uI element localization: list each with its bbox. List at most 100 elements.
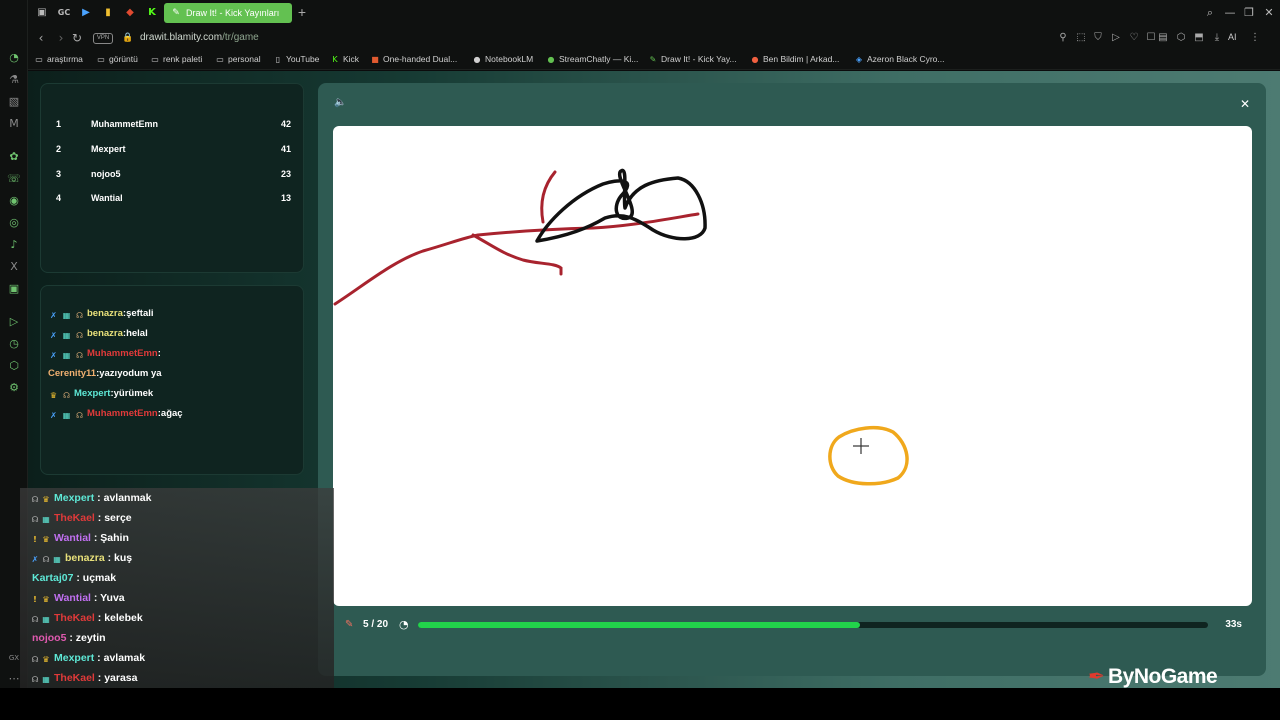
lock-icon[interactable]: 🔒 <box>122 31 134 45</box>
chat-icon: ● <box>547 55 555 64</box>
aria-icon[interactable]: ◔ <box>7 51 21 65</box>
ai-button[interactable]: AI <box>1228 32 1237 42</box>
reload-icon[interactable]: ↻ <box>69 30 85 46</box>
vpn-badge[interactable]: VPN <box>93 33 113 44</box>
extensions-icon[interactable]: ⬡ <box>1174 31 1188 45</box>
pinboard-icon[interactable]: ▧ <box>7 95 21 109</box>
bookmark-item[interactable]: ● NotebookLM <box>472 54 534 64</box>
bookmark-item[interactable]: ▭ araştırma <box>34 54 83 64</box>
game-icon[interactable]: ▣ <box>34 5 50 21</box>
time-progress-bar <box>418 622 1208 628</box>
forward-icon[interactable]: › <box>53 30 69 46</box>
history-icon[interactable]: ◷ <box>7 337 21 351</box>
time-remaining: 33s <box>1225 619 1242 630</box>
extensions-icon[interactable]: ⬡ <box>7 359 21 373</box>
instagram-icon[interactable]: ◎ <box>7 216 21 230</box>
chat-badge-icon: ☊ <box>31 515 39 524</box>
menu-icon[interactable]: ⋮ <box>1248 31 1262 45</box>
stream-chat-message: kuş <box>114 552 133 564</box>
diamond-icon[interactable]: ◆ <box>122 5 138 21</box>
play-icon[interactable]: ▶ <box>78 5 94 21</box>
stream-chat-username: nojoo5 <box>32 632 67 644</box>
shield-icon[interactable]: ⛉ <box>1091 31 1105 45</box>
whatsapp-icon[interactable]: ☏ <box>7 172 21 186</box>
gc-icon[interactable]: GC <box>56 5 72 21</box>
chat-message: yürümek <box>113 388 154 399</box>
bookmark-item[interactable]: K Kick <box>330 54 359 64</box>
easy-setup-icon[interactable]: ⬒ <box>1192 31 1206 45</box>
heart-icon[interactable]: ♡ <box>1127 31 1141 45</box>
bookmark-item[interactable]: ▯ YouTube <box>273 54 320 64</box>
stream-chat-message: yarasa <box>104 672 138 684</box>
stream-chat-message: Yuva <box>100 592 125 604</box>
tab-active[interactable]: ✎ Draw It! - Kick Yayınları <box>164 3 292 23</box>
new-tab-button[interactable]: + <box>294 4 310 20</box>
notes-icon[interactable]: M <box>7 117 21 131</box>
tiktok-icon[interactable]: ♪ <box>7 238 21 252</box>
chat-username[interactable]: Mexpert <box>74 388 110 399</box>
chat-badge-icon: ♛ <box>49 391 58 400</box>
drawing-canvas[interactable] <box>333 126 1252 606</box>
url-path: /tr/game <box>222 32 259 43</box>
download-icon[interactable]: ⤓ <box>1210 31 1224 45</box>
bookmark-item[interactable]: ✎ Draw It! - Kick Yay... <box>648 54 737 64</box>
bookmark-item[interactable]: ● StreamChatly — Ki... <box>546 54 639 64</box>
pin-icon[interactable]: ⚲ <box>1056 31 1070 45</box>
gx-icon[interactable]: GX <box>7 651 21 665</box>
red-stroke-top <box>540 170 557 224</box>
more-icon[interactable]: ⋯ <box>7 672 21 686</box>
url-host: drawit.blamity.com <box>140 32 223 43</box>
flow-icon[interactable]: ⚗ <box>7 73 21 87</box>
stream-chat-line: ! ♛ Wantial : Yuva <box>30 592 125 610</box>
stream-chat-message: kelebek <box>104 612 143 624</box>
chat-username[interactable]: benazra <box>87 328 123 339</box>
bars-icon[interactable]: ▮ <box>100 5 116 21</box>
sound-icon[interactable]: 🔈 <box>334 97 348 111</box>
leaderboard-row: 3 nojoo5 23 <box>56 169 291 179</box>
chat-badge-icon: ✗ <box>50 411 57 420</box>
stream-chat-username: Wantial <box>54 592 91 604</box>
chat-username[interactable]: MuhammetEmn <box>87 348 158 359</box>
game-chat-line: ♛ ☊ Mexpert:yürümek <box>49 388 154 400</box>
snapshot-icon[interactable]: ⬚ <box>1074 31 1088 45</box>
x-icon[interactable]: X <box>7 260 21 274</box>
gamepad-icon: ◈ <box>855 55 863 64</box>
kick-icon[interactable]: K <box>144 5 160 21</box>
discord-icon[interactable]: ◉ <box>7 194 21 208</box>
game-chat-line: ✗ ▦ ☊ MuhammetEmn:ağaç <box>48 408 182 424</box>
pencil-icon: ✎ <box>345 619 354 630</box>
search-icon[interactable]: ⌕ <box>1202 5 1218 21</box>
leaderboard-panel: 1 MuhammetEmn 42 2 Mexpert 41 3 nojoo5 2… <box>40 83 304 273</box>
stream-chat-line: Kartaj07 : uçmak <box>32 572 117 584</box>
back-icon[interactable]: ‹ <box>33 30 49 46</box>
bookmark-item[interactable]: ▭ görüntü <box>96 54 138 64</box>
restore-icon[interactable]: ❐ <box>1241 5 1257 21</box>
url-field[interactable]: drawit.blamity.com/tr/game <box>140 32 259 43</box>
bookmark-item[interactable]: ▭ personal <box>215 54 260 64</box>
bookmark-item[interactable]: ◈ Azeron Black Cyro... <box>854 54 945 64</box>
settings-icon[interactable]: ⚙ <box>7 381 21 395</box>
chat-username[interactable]: Cerenity11 <box>48 368 96 379</box>
bulb-icon: ● <box>751 55 759 64</box>
folder-icon: ▭ <box>216 55 224 64</box>
close-icon[interactable]: ✕ <box>1261 5 1277 21</box>
play-icon[interactable]: ▷ <box>1109 31 1123 45</box>
bookmark-item[interactable]: ■ One-handed Dual... <box>370 54 457 64</box>
chatgpt-icon[interactable]: ✿ <box>7 150 21 164</box>
brush-icon: ✎ <box>649 55 657 64</box>
bookmark-item[interactable]: ▭ renk paleti <box>150 54 202 64</box>
chat-badge-icon: ! <box>33 535 37 544</box>
kick-icon: K <box>332 55 338 64</box>
chat-badge-icon: ♛ <box>42 495 50 504</box>
bookmark-item[interactable]: ● Ben Bildim | Arkad... <box>750 54 840 64</box>
close-icon[interactable]: ✕ <box>1238 97 1252 111</box>
time-progress-fill <box>418 622 861 628</box>
chat-username[interactable]: MuhammetEmn <box>87 408 158 419</box>
stream-chat-message: uçmak <box>82 572 117 584</box>
chat-username[interactable]: benazra <box>87 308 123 319</box>
app-icon[interactable]: ▣ <box>7 282 21 296</box>
page-icon[interactable]: ▤ <box>1156 31 1170 45</box>
address-bar: ‹ › ↻ VPN 🔒 drawit.blamity.com/tr/game ⚲… <box>28 26 1280 50</box>
player-icon[interactable]: ▷ <box>7 315 21 329</box>
minimize-icon[interactable]: — <box>1222 5 1238 21</box>
